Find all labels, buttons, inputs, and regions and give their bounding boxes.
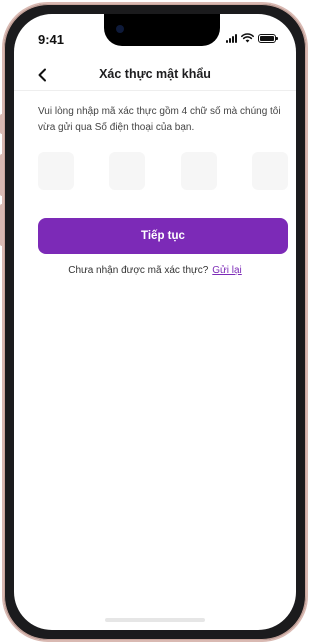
otp-digit-1[interactable] bbox=[38, 152, 74, 190]
resend-prompt: Chưa nhận được mã xác thực? bbox=[68, 265, 209, 276]
otp-digit-2[interactable] bbox=[109, 152, 146, 190]
phone-frame: 9:41 Xác thực mật khẩu Vui lòng nhập mã … bbox=[0, 2, 308, 642]
resend-row: Chưa nhận được mã xác thực? Gửi lại bbox=[14, 265, 296, 276]
camera-icon bbox=[116, 25, 124, 33]
wifi-icon bbox=[241, 33, 254, 43]
signal-icon bbox=[226, 33, 237, 43]
instruction-text: Vui lòng nhập mã xác thực gồm 4 chữ số m… bbox=[38, 106, 281, 133]
otp-input-group bbox=[38, 152, 288, 190]
status-time: 9:41 bbox=[38, 32, 65, 47]
status-icons bbox=[226, 33, 278, 43]
mute-switch bbox=[0, 114, 4, 134]
continue-button[interactable]: Tiếp tục bbox=[38, 218, 288, 254]
page-title: Xác thực mật khẩu bbox=[99, 67, 211, 81]
screen: 9:41 Xác thực mật khẩu Vui lòng nhập mã … bbox=[14, 14, 296, 630]
volume-up-button bbox=[0, 154, 4, 196]
volume-down-button bbox=[0, 204, 4, 246]
header: Xác thực mật khẩu bbox=[14, 62, 296, 91]
otp-digit-3[interactable] bbox=[180, 152, 217, 190]
battery-icon bbox=[258, 33, 278, 43]
otp-digit-4[interactable] bbox=[251, 152, 288, 190]
home-indicator bbox=[105, 618, 205, 622]
notch bbox=[104, 14, 220, 46]
resend-link[interactable]: Gửi lại bbox=[212, 265, 241, 276]
